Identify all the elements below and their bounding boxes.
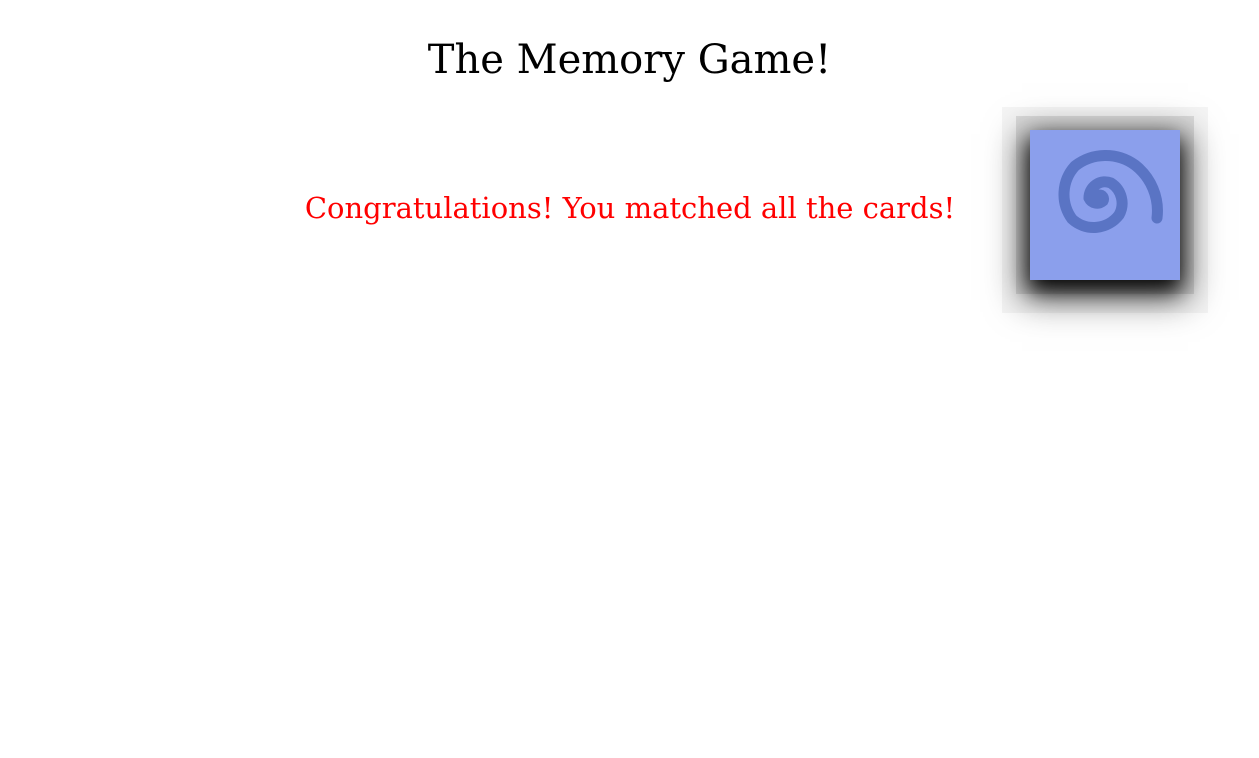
win-message: Congratulations! You matched all the car… xyxy=(304,191,956,225)
page-title: The Memory Game! xyxy=(427,37,832,83)
spiral-icon xyxy=(1030,130,1180,280)
memory-card[interactable] xyxy=(1030,130,1180,280)
